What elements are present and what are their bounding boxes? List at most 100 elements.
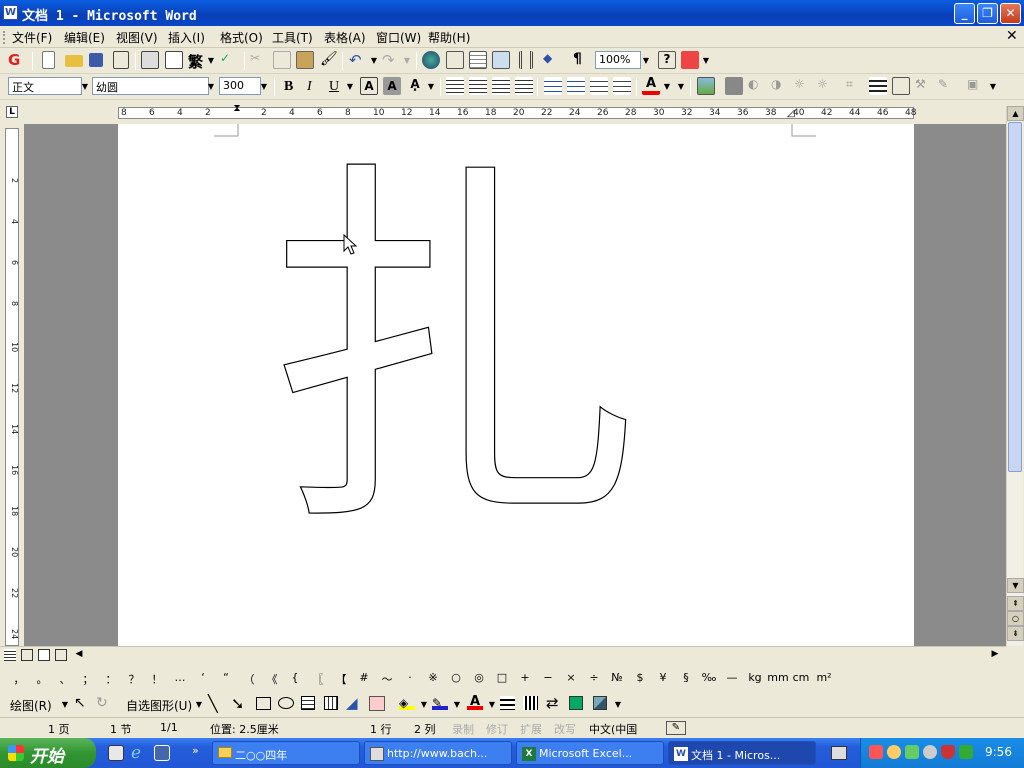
menu-tools[interactable]: 工具(T) [272,29,313,46]
format-picture-icon[interactable]: ✎ [938,77,956,95]
chevron-down-icon[interactable]: ▼ [676,82,686,91]
status-record[interactable]: 录制 [452,721,474,737]
tray-security-icon[interactable] [959,745,973,759]
indent-marker-icon[interactable]: ⧗ [232,104,242,122]
keyboard-icon[interactable] [831,746,847,760]
format-painter-icon[interactable]: 🖌 [320,51,338,69]
chevron-down-icon[interactable]: ▼ [369,56,379,65]
arrow-style-icon[interactable]: ⇄ [546,694,559,712]
contrast-icon[interactable]: ◐ [748,77,766,95]
line-color-icon[interactable]: ✎ [432,696,448,710]
new-document-icon[interactable] [42,51,55,69]
zoom-select[interactable]: 100% [595,51,641,69]
scroll-down-button[interactable]: ▼ [1007,578,1024,593]
style-select[interactable]: 正文 [8,77,82,95]
compress-picture-icon[interactable] [892,77,910,95]
symbol-button[interactable]: ； [77,671,99,687]
spelling-status-icon[interactable]: ✎ [666,721,686,735]
decrease-indent-icon[interactable] [590,77,608,95]
quicklaunch-ie-icon[interactable]: ℯ [131,743,141,763]
symbol-button[interactable]: ¥ [652,671,674,684]
chevron-down-icon[interactable]: ▼ [641,56,651,65]
font-select[interactable]: 幼圆 [92,77,209,95]
task-browser[interactable]: http://www.bach... [364,741,512,765]
save-icon[interactable] [89,53,103,67]
chevron-down-icon[interactable]: ▼ [426,82,436,91]
vertical-textbox-icon[interactable] [324,696,338,710]
symbol-button[interactable]: ！ [146,671,168,687]
task-excel[interactable]: X Microsoft Excel... [516,741,664,765]
normal-view-icon[interactable] [4,649,16,661]
symbol-button[interactable]: · [399,671,421,684]
print-preview-icon[interactable] [165,51,183,69]
symbol-button[interactable]: — [721,671,743,684]
word-app-icon[interactable]: W [3,5,18,20]
textbox-icon[interactable] [301,696,315,710]
symbol-button[interactable]: ※ [422,671,444,684]
menu-view[interactable]: 视图(V) [116,29,158,46]
font-size-select[interactable]: 300 [219,77,261,95]
shadow-style-icon[interactable] [569,696,583,710]
symbol-button[interactable]: m² [813,671,835,684]
print-view-icon[interactable] [38,649,50,661]
wordart-icon[interactable]: ◢ [346,694,358,712]
underline-button[interactable]: U [329,79,339,95]
character-shading-icon[interactable]: A [383,77,401,95]
print-icon[interactable] [141,51,159,69]
autoshapes-menu-button[interactable]: 自选图形(U) [126,697,192,714]
brightness-up-icon[interactable]: ☼ [794,77,812,95]
font-color-icon[interactable]: A [642,77,660,95]
distribute-icon[interactable] [515,77,533,95]
symbol-button[interactable]: ～ [376,671,398,687]
symbol-button[interactable]: ○ [445,671,467,684]
text-wrapping-icon[interactable]: ⚒ [915,77,933,95]
symbol-button[interactable]: ◎ [468,671,490,684]
document-character[interactable]: 扎 [261,124,662,632]
tray-volume-icon[interactable] [923,745,937,759]
chevron-down-icon[interactable]: ▼ [487,700,497,709]
document-page[interactable]: 扎 [118,124,914,646]
character-scaling-icon[interactable]: A͓ [406,77,424,95]
undo-icon[interactable]: ↶ [349,51,367,69]
restore-button[interactable]: ❐ [977,3,998,24]
next-page-button[interactable]: ⇟ [1007,626,1024,641]
symbol-button[interactable]: 〖 [307,671,329,687]
menu-window[interactable]: 窗口(W) [376,29,421,46]
scroll-thumb[interactable] [1008,122,1022,472]
symbol-button[interactable]: mm [767,671,789,684]
chevron-down-icon[interactable]: ▼ [345,82,355,91]
chevron-down-icon[interactable]: ▼ [60,700,70,709]
show-hide-icon[interactable]: ¶ [573,51,591,69]
tray-chat-icon[interactable] [887,745,901,759]
symbol-button[interactable]: ？ [123,671,145,687]
tray-app-icon[interactable] [869,745,883,759]
web-view-icon[interactable] [21,649,33,661]
symbol-button[interactable]: … [169,671,191,684]
numbering-icon[interactable] [544,77,562,95]
chevron-down-icon[interactable]: ▼ [701,56,711,65]
right-indent-marker-icon[interactable]: ◿ [787,108,797,119]
clipart-icon[interactable] [369,696,385,711]
drawing-icon[interactable]: ◆ [543,51,561,69]
status-track-changes[interactable]: 修订 [486,721,508,737]
chevron-down-icon[interactable]: ▼ [194,700,204,709]
hyperlink-icon[interactable] [422,51,440,69]
status-overtype[interactable]: 改写 [554,721,576,737]
font-color-draw-icon[interactable]: A [467,694,483,710]
chevron-down-icon[interactable]: ▼ [206,56,216,65]
start-button[interactable]: 开始 [0,738,96,768]
symbol-button[interactable]: 。 [31,671,53,687]
menu-insert[interactable]: 插入(I) [168,29,205,46]
symbol-button[interactable]: § [675,671,697,684]
chevron-down-icon[interactable]: ▼ [419,700,429,709]
paste-icon[interactable] [296,51,314,69]
set-transparent-icon[interactable]: ▣ [967,77,985,95]
chevron-down-icon[interactable]: ▼ [988,82,998,91]
rectangle-icon[interactable] [256,697,271,710]
quicklaunch-desktop-icon[interactable] [108,745,124,761]
fill-color-icon[interactable]: ◈ [399,696,415,710]
chevron-down-icon[interactable]: ▼ [80,82,90,91]
symbol-button[interactable]: 【 [330,671,352,687]
symbol-button[interactable]: cm [790,671,812,684]
tray-network-icon[interactable] [905,745,919,759]
